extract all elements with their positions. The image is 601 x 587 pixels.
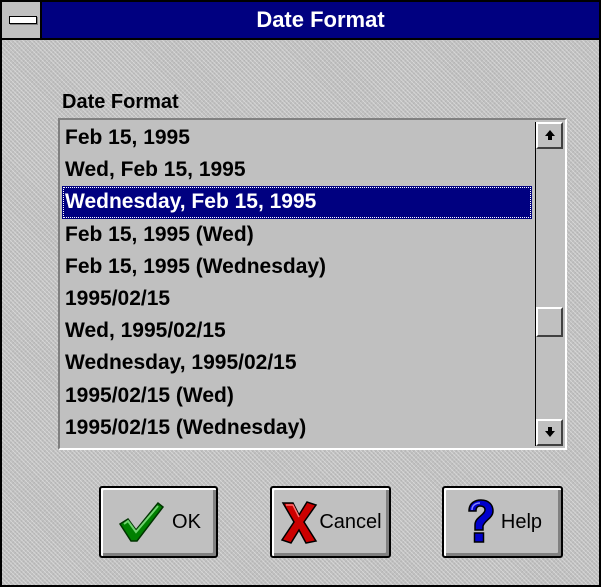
checkmark-icon bbox=[119, 501, 165, 542]
list-item[interactable]: Feb 15, 1995 (Wed) bbox=[62, 219, 532, 251]
date-format-label: Date Format bbox=[62, 91, 179, 113]
cancel-label: Cancel bbox=[319, 510, 382, 533]
window-title: Date Format bbox=[256, 7, 385, 32]
list-item[interactable]: 1995/02/15 (Wed) bbox=[62, 380, 532, 412]
scroll-thumb[interactable] bbox=[536, 307, 563, 337]
list-item-selected[interactable]: Wednesday, Feb 15, 1995 bbox=[62, 186, 532, 219]
ok-button[interactable]: OK bbox=[99, 486, 218, 558]
vertical-scrollbar[interactable] bbox=[535, 122, 563, 446]
date-format-dialog: Date Format Date Format Feb 15, 1995 Wed… bbox=[0, 0, 601, 587]
system-menu-icon[interactable] bbox=[2, 2, 42, 38]
list-item[interactable]: 1995/02/15 (Wednesday) bbox=[62, 412, 532, 444]
cancel-button[interactable]: Cancel bbox=[270, 486, 391, 558]
list-item[interactable]: 1995/02/15 bbox=[62, 283, 532, 315]
list-item[interactable]: Feb 15, 1995 bbox=[62, 122, 532, 154]
question-mark-icon bbox=[468, 499, 494, 543]
red-x-icon bbox=[281, 501, 318, 544]
list-item[interactable]: Feb 15, 1995 (Wednesday) bbox=[62, 251, 532, 283]
ok-label: OK bbox=[172, 510, 201, 533]
date-format-listbox[interactable]: Feb 15, 1995 Wed, Feb 15, 1995 Wednesday… bbox=[58, 118, 567, 450]
help-button[interactable]: Help bbox=[442, 486, 563, 558]
arrow-up-icon bbox=[544, 130, 555, 140]
date-format-list[interactable]: Feb 15, 1995 Wed, Feb 15, 1995 Wednesday… bbox=[62, 122, 532, 446]
arrow-down-icon bbox=[544, 427, 555, 437]
scroll-up-button[interactable] bbox=[536, 122, 563, 149]
scroll-down-button[interactable] bbox=[536, 419, 563, 446]
title-bar[interactable]: Date Format bbox=[2, 2, 599, 40]
help-label: Help bbox=[500, 510, 543, 533]
list-item[interactable]: Wednesday, 1995/02/15 bbox=[62, 347, 532, 379]
list-item[interactable]: Wed, 1995/02/15 bbox=[62, 315, 532, 347]
list-item[interactable]: Wed, Feb 15, 1995 bbox=[62, 154, 532, 186]
